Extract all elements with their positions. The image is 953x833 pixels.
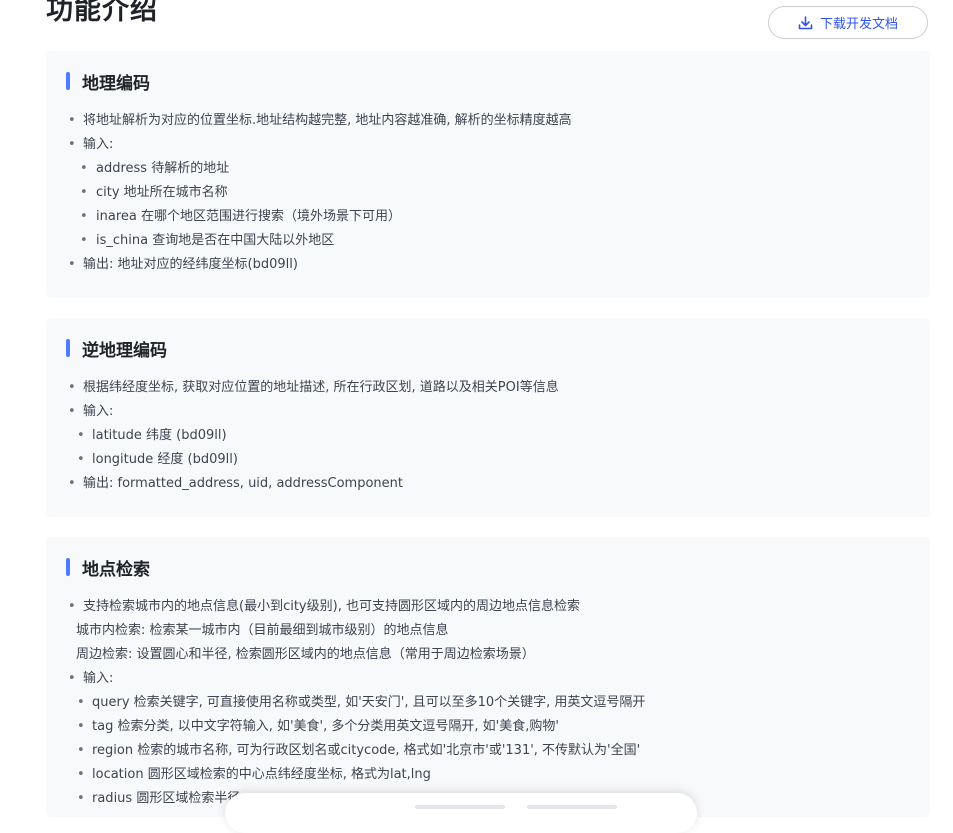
card-body: • 根据纬经度坐标, 获取对应位置的地址描述, 所在行政区划, 道路以及相关POI… (46, 376, 930, 496)
list-item: • query 检索关键字, 可直接使用名称或类型, 如'天安门', 且可以至多1… (46, 691, 930, 715)
list-item: • 支持检索城市内的地点信息(最小到city级别), 也可支持圆形区域内的周边地点… (46, 595, 930, 619)
download-icon (798, 15, 813, 30)
bullet: • (80, 209, 88, 224)
bullet: • (77, 695, 85, 710)
list-item: • city 地址所在城市名称 (46, 181, 930, 205)
list-item: • 输入: (46, 400, 930, 424)
list-item: 城市内检索: 检索某一城市内（目前最细到城市级别）的地点信息 (76, 623, 449, 638)
bullet: • (68, 137, 76, 152)
list-item: • 输出: formatted_address, uid, addressComp… (46, 472, 930, 496)
bullet: • (68, 599, 76, 614)
card-title-text: 地理编码 (82, 73, 150, 94)
list-item: • 输入: (46, 133, 930, 157)
bullet: • (68, 113, 76, 128)
bullet: • (77, 719, 85, 734)
bullet: • (68, 404, 76, 419)
accent-bar (66, 558, 70, 576)
card-body: • 将地址解析为对应的位置坐标.地址结构越完整, 地址内容越准确, 解析的坐标精度… (46, 109, 930, 277)
list-item: • 将地址解析为对应的位置坐标.地址结构越完整, 地址内容越准确, 解析的坐标精度… (46, 109, 930, 133)
geocoding-card: 地理编码 • 将地址解析为对应的位置坐标.地址结构越完整, 地址内容越准确, 解析… (46, 51, 930, 298)
card-title-text: 地点检索 (82, 559, 150, 580)
bullet: • (77, 743, 85, 758)
download-docs-label: 下载开发文档 (819, 17, 898, 32)
list-item: • location 圆形区域检索的中心点纬经度坐标, 格式为lat,lng (46, 763, 930, 787)
bullet: • (80, 185, 88, 200)
bottom-bar-item[interactable] (527, 805, 617, 809)
bullet: • (77, 791, 85, 806)
floating-bottom-bar[interactable] (225, 793, 697, 833)
list-item: • inarea 在哪个地区范围进行搜索（境外场景下可用） (46, 205, 930, 229)
bullet: • (77, 767, 85, 782)
place-search-card: 地点检索 • 支持检索城市内的地点信息(最小到city级别), 也可支持圆形区域内… (46, 537, 930, 817)
bullet: • (80, 233, 88, 248)
card-body: • 支持检索城市内的地点信息(最小到city级别), 也可支持圆形区域内的周边地点… (46, 595, 930, 811)
bottom-bar-item[interactable] (415, 805, 505, 809)
reverse-geocoding-card: 逆地理编码 • 根据纬经度坐标, 获取对应位置的地址描述, 所在行政区划, 道路以… (46, 318, 930, 517)
card-title: 地点检索 (66, 557, 150, 580)
card-title: 地理编码 (66, 71, 150, 94)
list-item: 周边检索: 设置圆心和半径, 检索圆形区域内的地点信息（常用于周边检索场景） (76, 647, 535, 662)
list-item: • is_china 查询地是否在中国大陆以外地区 (46, 229, 930, 253)
card-title-text: 逆地理编码 (82, 340, 167, 361)
bullet: • (80, 161, 88, 176)
list-item: • 输入: (46, 667, 930, 691)
list-item: • tag 检索分类, 以中文字符输入, 如'美食', 多个分类用英文逗号隔开, … (46, 715, 930, 739)
accent-bar (66, 72, 70, 90)
list-item: • latitude 纬度 (bd09ll) (46, 424, 930, 448)
bullet: • (77, 452, 85, 467)
list-item: • address 待解析的地址 (46, 157, 930, 181)
bullet: • (68, 476, 76, 491)
download-docs-button[interactable]: 下载开发文档 (768, 6, 928, 39)
bullet: • (77, 428, 85, 443)
bullet: • (68, 671, 76, 686)
page-title: 功能介绍 (46, 0, 158, 26)
bullet: • (68, 380, 76, 395)
bullet: • (68, 257, 76, 272)
list-item: • 输出: 地址对应的经纬度坐标(bd09ll) (46, 253, 930, 277)
list-item: • longitude 经度 (bd09ll) (46, 448, 930, 472)
card-title: 逆地理编码 (66, 338, 167, 361)
list-item: • region 检索的城市名称, 可为行政区划名或citycode, 格式如'北… (46, 739, 930, 763)
list-item: • 根据纬经度坐标, 获取对应位置的地址描述, 所在行政区划, 道路以及相关POI… (46, 376, 930, 400)
accent-bar (66, 339, 70, 357)
